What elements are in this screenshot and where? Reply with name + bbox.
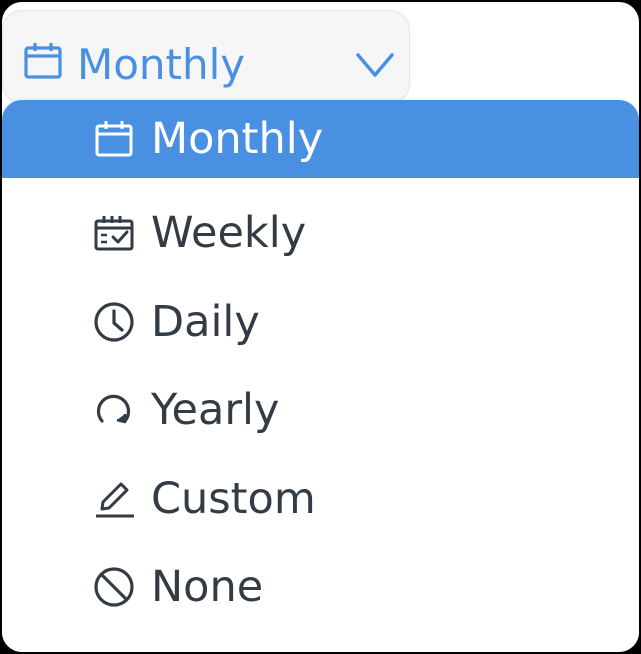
menu-item-monthly[interactable]: Monthly — [2, 100, 639, 178]
chevron-down-icon — [356, 53, 394, 77]
refresh-icon — [96, 394, 131, 424]
menu-item-label: Yearly — [151, 385, 280, 435]
menu-item-weekly[interactable]: Weekly — [2, 194, 639, 272]
clock-icon — [94, 302, 134, 342]
menu-item-yearly[interactable]: Yearly — [2, 371, 639, 449]
menu-item-label: Daily — [151, 297, 260, 347]
frequency-menu: Monthly Weekly Daily Yearly Custom None — [2, 100, 639, 652]
calendar-icon — [24, 43, 62, 79]
menu-item-none[interactable]: None — [2, 548, 639, 626]
ban-icon — [94, 567, 134, 607]
pencil-icon — [96, 482, 134, 518]
menu-item-label: None — [151, 562, 264, 612]
selected-frequency-label: Monthly — [77, 40, 246, 89]
frequency-dropdown-panel: Monthly Monthly Weekly Daily Yearly Cust… — [0, 0, 641, 654]
menu-item-label: Custom — [151, 474, 316, 524]
frequency-dropdown-button[interactable]: Monthly — [2, 10, 410, 104]
menu-item-label: Monthly — [151, 114, 324, 164]
menu-item-daily[interactable]: Daily — [2, 283, 639, 361]
calendar-icon — [95, 121, 133, 157]
calendar-check-icon — [94, 216, 134, 251]
menu-item-custom[interactable]: Custom — [2, 460, 639, 538]
menu-item-label: Weekly — [151, 208, 307, 258]
